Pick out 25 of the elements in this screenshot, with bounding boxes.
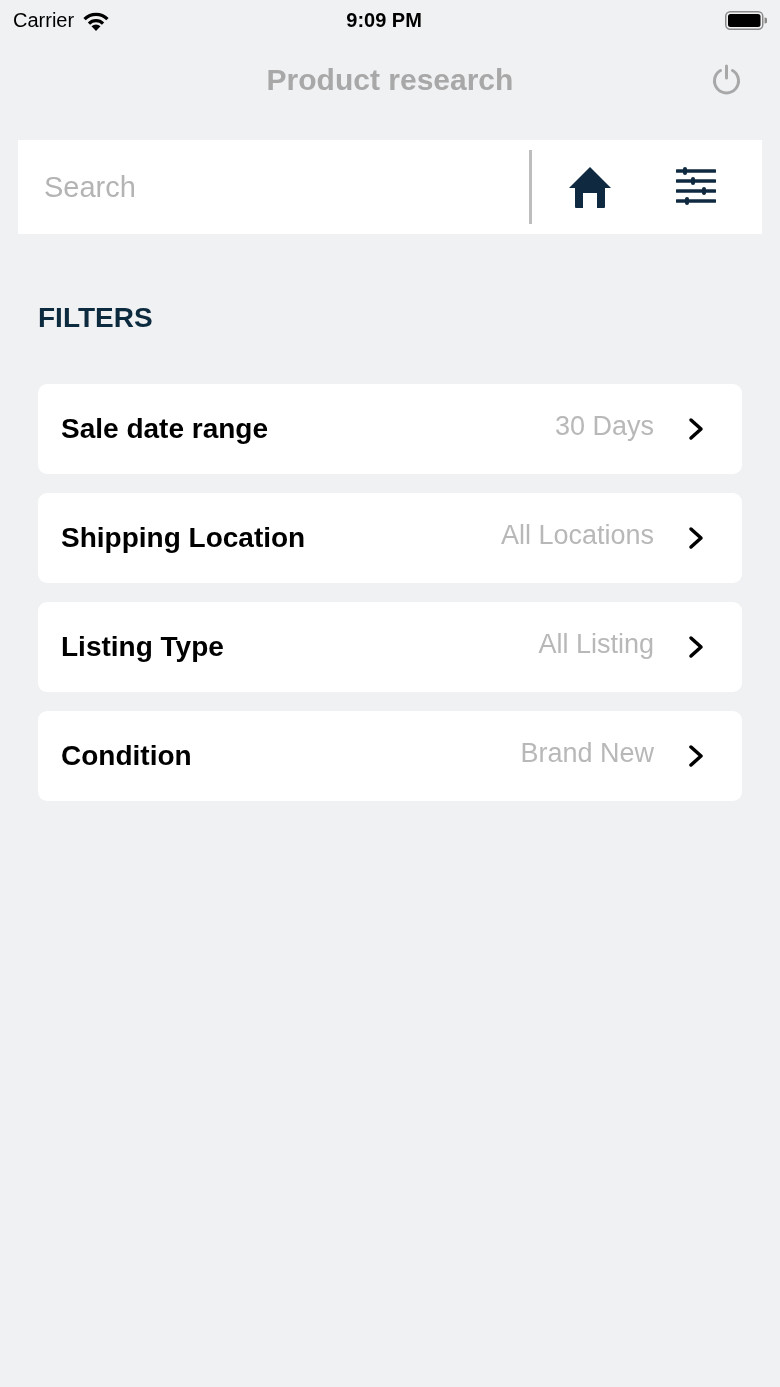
filter-row[interactable]: Condition Brand New [38,711,742,801]
sliders-icon [676,167,716,207]
carrier-label: Carrier [13,8,75,32]
chevron-right-icon [688,526,705,550]
chevron-right-icon [688,635,705,659]
filter-label: Sale date range [61,412,268,446]
section-heading: FILTERS [38,301,154,335]
home-icon [569,166,611,208]
filter-value: All Locations [500,519,654,551]
filter-row[interactable]: Shipping Location All Locations [38,493,742,583]
search-bar[interactable]: Search [18,140,762,234]
filter-value: Brand New [520,737,654,769]
battery-icon [725,10,767,30]
filter-value: 30 Days [554,410,654,442]
filter-row[interactable]: Listing Type All Listing [38,602,742,692]
filter-label: Shipping Location [61,521,306,555]
filter-label: Condition [61,739,192,773]
search-field[interactable]: Search [44,157,519,217]
chevron-right-icon [688,744,705,768]
filter-value: All Listing [538,628,654,660]
filter-label: Listing Type [61,630,224,664]
filter-row[interactable]: Sale date range 30 Days [38,384,742,474]
chevron-right-icon [688,417,705,441]
status-time: 9:09 PM [346,8,422,32]
screen-title: Product research [266,62,514,98]
